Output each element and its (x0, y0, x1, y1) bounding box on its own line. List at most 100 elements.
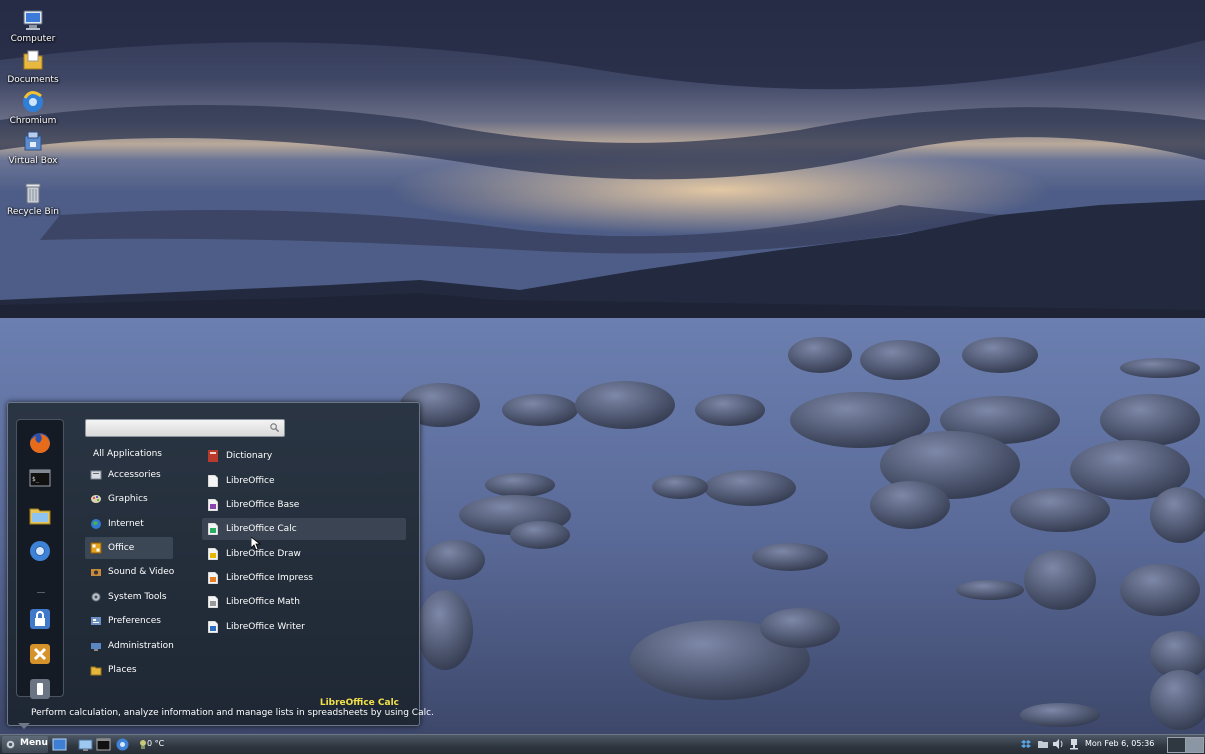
libreoffice-calc-icon (208, 523, 218, 535)
libreoffice-math-icon (208, 596, 218, 608)
app-libreoffice-draw[interactable]: LibreOffice Draw (202, 543, 406, 565)
app-description-title: LibreOffice Calc (319, 698, 399, 708)
administration-icon (91, 643, 101, 651)
chromium-icon[interactable] (28, 539, 52, 563)
terminal-icon[interactable] (96, 737, 111, 752)
virtualbox-icon (24, 131, 42, 151)
favorites-bar: $_ (16, 419, 64, 699)
category-label: Graphics (108, 494, 148, 504)
app-label: LibreOffice Math (226, 597, 300, 607)
category-label: Preferences (108, 616, 161, 626)
workspace-1[interactable] (1167, 737, 1186, 753)
app-label: LibreOffice Impress (226, 573, 313, 583)
libreoffice-icon (208, 475, 218, 487)
category-accessories[interactable]: Accessories (85, 464, 173, 486)
preferences-icon (91, 617, 101, 625)
taskbar: Menu 0 °C Mon Feb 6, 05:36 (0, 734, 1205, 754)
desktop-icon-computer[interactable]: Computer (4, 8, 62, 44)
category-internet[interactable]: Internet (85, 513, 173, 535)
app-libreoffice[interactable]: LibreOffice (202, 470, 406, 492)
libreoffice-base-icon (208, 499, 218, 511)
dictionary-icon (208, 450, 218, 462)
libreoffice-draw-icon (208, 548, 218, 560)
desktop-icon-chromium[interactable]: Chromium (4, 90, 62, 126)
volume-icon[interactable] (1052, 738, 1064, 750)
folder-icon[interactable] (1037, 738, 1049, 750)
file-manager-icon[interactable] (78, 737, 93, 752)
category-administration[interactable]: Administration (85, 635, 174, 657)
app-label: LibreOffice Base (226, 500, 300, 510)
places-icon (90, 666, 102, 676)
search-box[interactable] (85, 419, 285, 437)
app-libreoffice-calc[interactable]: LibreOffice Calc (202, 518, 406, 540)
category-label: Office (108, 543, 135, 553)
graphics-icon (91, 495, 101, 503)
app-libreoffice-writer[interactable]: LibreOffice Writer (202, 616, 406, 638)
category-label: System Tools (108, 592, 167, 602)
category-office[interactable]: Office (85, 537, 173, 559)
menu-button[interactable]: Menu (2, 736, 48, 753)
search-icon[interactable] (269, 422, 280, 433)
file-manager-icon[interactable] (28, 503, 52, 527)
category-preferences[interactable]: Preferences (85, 610, 173, 632)
menu-gear-icon (5, 739, 16, 750)
temperature-label: 0 °C (147, 739, 165, 748)
multimedia-icon (91, 569, 101, 576)
category-all-applications[interactable]: All Applications (85, 443, 173, 465)
trash-icon (25, 183, 41, 204)
category-graphics[interactable]: Graphics (85, 488, 173, 510)
terminal-icon[interactable]: $_ (28, 466, 52, 490)
clock[interactable]: Mon Feb 6, 05:36 (1085, 739, 1154, 748)
app-libreoffice-math[interactable]: LibreOffice Math (202, 591, 406, 613)
shutdown-icon[interactable] (28, 677, 52, 701)
category-label: Administration (108, 641, 174, 651)
chromium-icon (23, 91, 43, 112)
chromium-icon[interactable] (115, 737, 130, 752)
office-icon (90, 542, 102, 554)
app-label: LibreOffice Writer (226, 622, 305, 632)
libreoffice-writer-icon (208, 621, 218, 633)
internet-icon (91, 519, 101, 529)
category-label: Internet (108, 519, 144, 529)
category-label: Accessories (108, 470, 161, 480)
app-label: LibreOffice (226, 476, 275, 486)
category-sound-video[interactable]: Sound & Video (85, 561, 175, 583)
favorites-separator (37, 592, 45, 593)
workspace-2[interactable] (1185, 737, 1204, 753)
app-label: Dictionary (226, 451, 273, 461)
dropbox-icon[interactable] (1020, 738, 1032, 750)
category-places[interactable]: Places (85, 659, 173, 681)
computer-icon (23, 10, 43, 30)
lock-screen-icon[interactable] (28, 607, 52, 631)
app-libreoffice-impress[interactable]: LibreOffice Impress (202, 567, 406, 589)
category-system-tools[interactable]: System Tools (85, 586, 173, 608)
desktop-icon-label: Virtual Box (8, 156, 58, 166)
show-desktop-icon[interactable] (52, 737, 67, 752)
folder-icon (23, 50, 43, 70)
firefox-icon[interactable] (28, 431, 52, 455)
category-label: Places (108, 665, 137, 675)
system-tools-icon (91, 592, 101, 602)
svg-text:$_: $_ (32, 476, 40, 483)
category-label: Sound & Video (108, 567, 175, 577)
search-input[interactable] (90, 421, 260, 435)
app-libreoffice-base[interactable]: LibreOffice Base (202, 494, 406, 516)
logout-icon[interactable] (28, 642, 52, 666)
desktop-icon-label: Computer (10, 34, 56, 44)
desktop-icon-label: Chromium (9, 116, 57, 126)
category-label: All Applications (93, 449, 162, 459)
desktop-icon-virtualbox[interactable]: Virtual Box (4, 130, 62, 166)
desktop-icon-label: Recycle Bin (7, 207, 59, 217)
desktop-icon-label: Documents (7, 75, 59, 85)
libreoffice-impress-icon (208, 572, 218, 584)
menu-pointer-arrow (18, 723, 30, 729)
desktop-icon-recycle-bin[interactable]: Recycle Bin (4, 181, 62, 217)
app-dictionary[interactable]: Dictionary (202, 445, 406, 467)
application-menu: $_ All Applications Accessories Graphics… (7, 402, 434, 726)
app-label: LibreOffice Calc (226, 524, 297, 534)
desktop-icon-documents[interactable]: Documents (4, 49, 62, 85)
menu-button-label: Menu (20, 738, 48, 748)
app-description-text: Perform calculation, analyze information… (31, 708, 434, 718)
app-label: LibreOffice Draw (226, 549, 301, 559)
network-icon[interactable] (1068, 738, 1080, 750)
